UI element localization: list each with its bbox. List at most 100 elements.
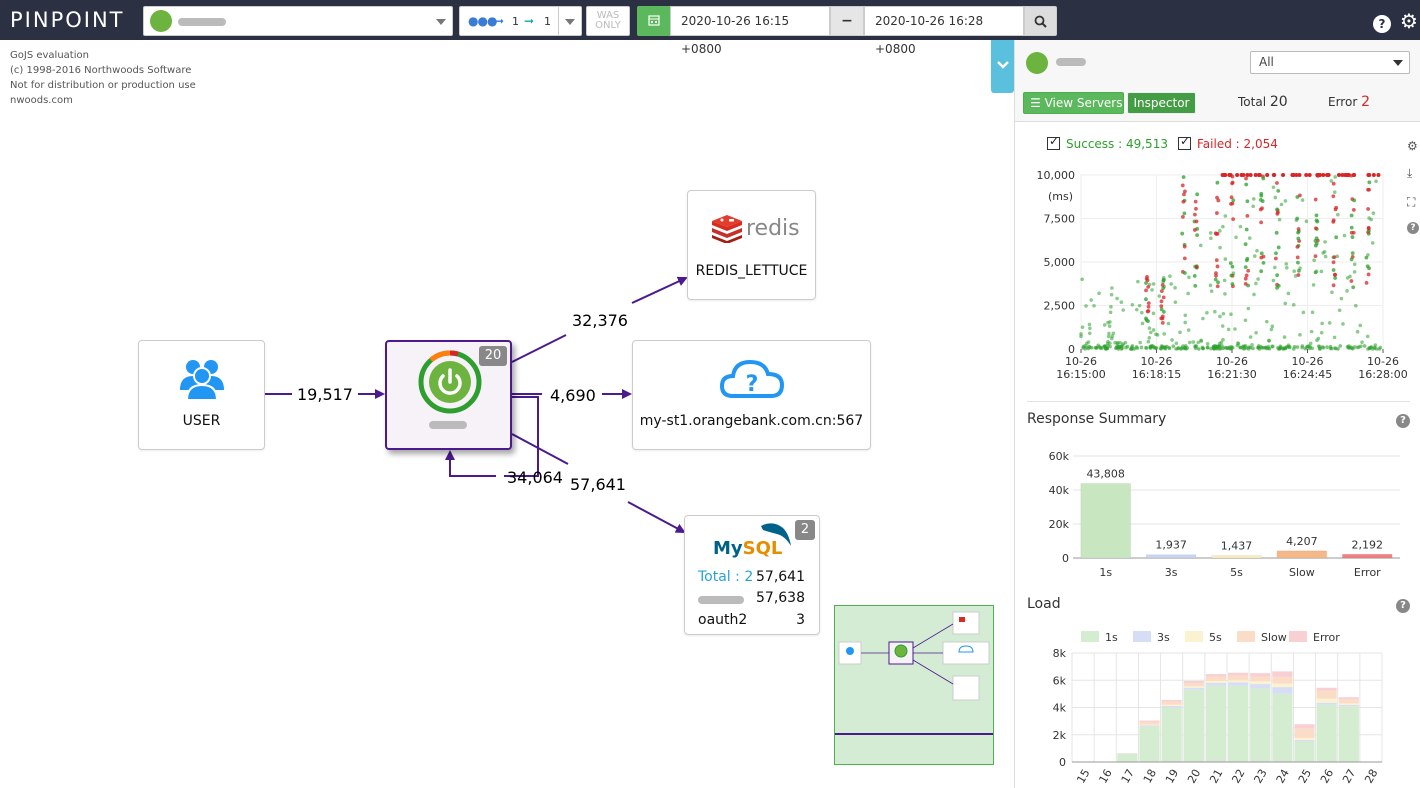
help-icon[interactable]: ?: [1396, 599, 1410, 613]
server-map-overview[interactable]: [834, 605, 994, 765]
success-point: [1325, 345, 1329, 349]
response-time-scatter-chart[interactable]: 02,5005,0007,50010,000(ms)10-2616:15:001…: [1015, 160, 1420, 395]
help-icon[interactable]: ?: [1396, 414, 1410, 428]
response-summary-chart[interactable]: 0 20k 40k 60k 43,808 1s 1,937 3s 1,437 5s 4,207 Slo…: [1015, 440, 1420, 585]
success-point: [1316, 336, 1321, 341]
bar-value-label: 43,808: [1086, 468, 1125, 481]
total-value: 20: [1269, 94, 1288, 110]
load-bar-3s: [1161, 705, 1182, 708]
edge-app-self-loop[interactable]: [445, 450, 496, 477]
mysql-node[interactable]: MySQL 2 Total : 2 57,641 57,638 oauth2 3: [684, 515, 820, 635]
failed-point: [1331, 194, 1336, 199]
failed-point: [1261, 176, 1266, 181]
edge-app-to-mysql[interactable]: [627, 501, 686, 533]
success-point: [1107, 324, 1112, 328]
success-point: [1229, 312, 1233, 316]
failed-point: [1194, 219, 1199, 224]
success-point: [1256, 277, 1260, 281]
success-point: [1119, 300, 1124, 304]
agent-select[interactable]: All: [1250, 51, 1410, 74]
failed-point: [1366, 207, 1371, 211]
success-point: [1087, 344, 1091, 349]
success-point: [1332, 335, 1337, 340]
edge-label-app-to-cloud[interactable]: 4,690: [550, 386, 596, 405]
load-chart[interactable]: 1s 3s 5s Slow Error 0 2k 4k 6k 8k 15 16 17 18 19 20 21 22…: [1015, 625, 1420, 788]
failed-point: [1259, 269, 1264, 274]
failed-point: [1367, 180, 1372, 185]
success-point: [1170, 338, 1174, 342]
failed-point: [1146, 284, 1151, 289]
success-point: [1196, 347, 1201, 351]
section-divider: [1027, 401, 1410, 402]
success-point: [1255, 249, 1259, 253]
view-servers-button[interactable]: ☰ View Servers: [1023, 92, 1124, 114]
load-bar-5s: [1294, 737, 1315, 740]
failed-legend-toggle[interactable]: Failed : 2,054: [1178, 134, 1278, 151]
failed-point: [1182, 256, 1187, 261]
failed-point: [1215, 284, 1220, 289]
failed-point: [1351, 207, 1356, 212]
x-tick-label: 21: [1207, 767, 1225, 786]
x-tick-label: 22: [1229, 767, 1247, 786]
failed-point: [1244, 182, 1249, 187]
failed-point: [1334, 235, 1339, 240]
failed-point: [1296, 236, 1301, 241]
success-point: [1323, 254, 1328, 259]
success-point: [1238, 224, 1243, 229]
application-node[interactable]: 20: [385, 340, 512, 450]
gear-icon[interactable]: ⚙: [1400, 9, 1418, 33]
success-point: [1106, 320, 1110, 325]
edge-app-to-redis[interactable]: [631, 276, 688, 304]
failed-point: [1245, 199, 1250, 204]
success-point: [1176, 346, 1180, 351]
success-point: [1243, 318, 1248, 323]
edge-app-to-mysql[interactable]: [511, 433, 569, 465]
success-legend-toggle[interactable]: Success : 49,513: [1047, 134, 1168, 151]
success-point: [1332, 190, 1337, 194]
success-point: [1092, 304, 1096, 308]
success-point: [1338, 344, 1343, 348]
success-point: [1193, 345, 1198, 349]
success-point: [1235, 343, 1240, 348]
load-bar-slow: [1250, 676, 1271, 682]
failed-point: [1333, 272, 1337, 277]
failed-point: [1295, 216, 1300, 221]
search-button[interactable]: [1024, 6, 1057, 36]
failed-point: [1295, 244, 1300, 249]
edge-label-app-self[interactable]: 34,064: [507, 468, 563, 487]
success-point: [1337, 308, 1342, 313]
edge-label-app-to-mysql[interactable]: 57,641: [570, 475, 626, 494]
failed-point: [1317, 173, 1322, 177]
user-node-label: USER: [182, 413, 221, 429]
user-node[interactable]: USER: [138, 340, 265, 450]
x-tick-label: 17: [1119, 767, 1137, 786]
failed-point: [1230, 282, 1235, 286]
success-point: [1278, 346, 1282, 351]
settings-icon[interactable]: ⚙: [1407, 139, 1418, 153]
edge-app-to-redis[interactable]: [511, 334, 567, 363]
failed-point: [1331, 260, 1336, 265]
success-point: [1173, 300, 1178, 304]
application-health-ring: [418, 350, 482, 414]
redis-node[interactable]: redis REDIS_LETTUCE: [687, 190, 816, 300]
success-point: [1150, 343, 1154, 348]
database-count-badge: 2: [795, 520, 815, 540]
failed-point: [1195, 192, 1200, 197]
help-icon[interactable]: ?: [1373, 15, 1391, 33]
edge-label-user-to-app[interactable]: 19,517: [297, 385, 353, 404]
failed-point: [1146, 301, 1151, 306]
failed-point: [1352, 198, 1357, 203]
failed-point: [1245, 213, 1250, 218]
external-host-node[interactable]: ? my-st1.orangebank.com.cn:567: [632, 340, 871, 450]
success-point: [1246, 306, 1251, 311]
y-axis-label: (ms): [1048, 190, 1073, 203]
failed-point: [1265, 173, 1270, 177]
load-bar-slow: [1272, 676, 1293, 684]
edge-label-app-to-redis[interactable]: 32,376: [572, 311, 628, 330]
failed-point: [1307, 173, 1312, 177]
failed-point: [1244, 258, 1249, 263]
success-point: [1086, 340, 1091, 344]
success-point: [1269, 327, 1274, 332]
inspector-button[interactable]: Inspector: [1127, 92, 1196, 114]
legend-label: Slow: [1261, 631, 1287, 644]
